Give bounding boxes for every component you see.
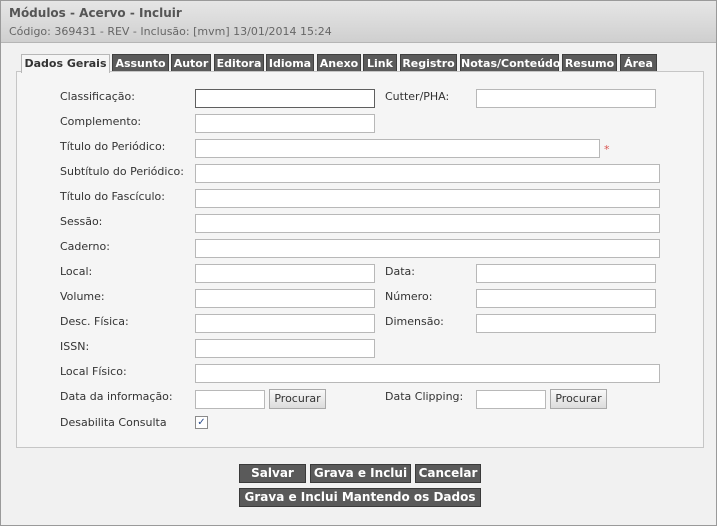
desabilita-consulta-label: Desabilita Consulta	[60, 416, 167, 429]
volume-input[interactable]	[195, 289, 375, 308]
complemento-input[interactable]	[195, 114, 375, 133]
data-input[interactable]	[476, 264, 656, 283]
local-fisico-label: Local Físico:	[60, 365, 127, 378]
grava-inclui-button[interactable]: Grava e Inclui	[310, 464, 411, 483]
local-input[interactable]	[195, 264, 375, 283]
salvar-button[interactable]: Salvar	[239, 464, 306, 483]
local-label: Local:	[60, 265, 93, 278]
issn-input[interactable]	[195, 339, 375, 358]
sessao-input[interactable]	[195, 214, 660, 233]
desc-fisica-input[interactable]	[195, 314, 375, 333]
tab-dados-gerais[interactable]: Dados Gerais	[21, 54, 110, 73]
grava-inclui-mantendo-button[interactable]: Grava e Inclui Mantendo os Dados	[239, 488, 481, 507]
checkmark-icon: ✓	[197, 417, 206, 428]
classificacao-label: Classificação:	[60, 90, 135, 103]
sessao-label: Sessão:	[60, 215, 103, 228]
desabilita-consulta-checkbox[interactable]: ✓	[195, 416, 208, 429]
tab-autor[interactable]: Autor	[171, 54, 211, 72]
required-marker: *	[604, 143, 610, 156]
volume-label: Volume:	[60, 290, 105, 303]
window: Módulos - Acervo - Incluir Código: 36943…	[0, 0, 717, 526]
tab-registro[interactable]: Registro	[400, 54, 457, 72]
dimensao-label: Dimensão:	[385, 315, 444, 328]
tab-idioma[interactable]: Idioma	[266, 54, 314, 72]
data-informacao-label: Data da informação:	[60, 390, 173, 403]
titulo-periodico-input[interactable]	[195, 139, 600, 158]
caderno-label: Caderno:	[60, 240, 110, 253]
tab-link[interactable]: Link	[363, 54, 397, 72]
data-clipping-label: Data Clipping:	[385, 390, 464, 403]
window-header: Módulos - Acervo - Incluir Código: 36943…	[1, 1, 716, 43]
tab-assunto[interactable]: Assunto	[112, 54, 169, 72]
data-informacao-input[interactable]	[195, 390, 265, 409]
desc-fisica-label: Desc. Física:	[60, 315, 129, 328]
titulo-fasciculo-input[interactable]	[195, 189, 660, 208]
page-subtitle: Código: 369431 - REV - Inclusão: [mvm] 1…	[9, 25, 332, 38]
page-title: Módulos - Acervo - Incluir	[9, 6, 182, 20]
subtitulo-periodico-input[interactable]	[195, 164, 660, 183]
tab-editora[interactable]: Editora	[214, 54, 264, 72]
titulo-fasciculo-label: Título do Fascículo:	[60, 190, 165, 203]
issn-label: ISSN:	[60, 340, 90, 353]
caderno-input[interactable]	[195, 239, 660, 258]
tab-notas-conteudo[interactable]: Notas/Conteúdo	[460, 54, 560, 72]
data-informacao-search-button[interactable]: Procurar	[269, 389, 326, 409]
classificacao-input[interactable]	[195, 89, 375, 108]
complemento-label: Complemento:	[60, 115, 142, 128]
cutter-label: Cutter/PHA:	[385, 90, 450, 103]
data-clipping-search-button[interactable]: Procurar	[550, 389, 607, 409]
subtitulo-periodico-label: Subtítulo do Periódico:	[60, 165, 184, 178]
local-fisico-input[interactable]	[195, 364, 660, 383]
cutter-input[interactable]	[476, 89, 656, 108]
numero-input[interactable]	[476, 289, 656, 308]
titulo-periodico-label: Título do Periódico:	[60, 140, 166, 153]
cancelar-button[interactable]: Cancelar	[415, 464, 481, 483]
data-label: Data:	[385, 265, 415, 278]
tab-anexo[interactable]: Anexo	[317, 54, 361, 72]
dimensao-input[interactable]	[476, 314, 656, 333]
data-clipping-input[interactable]	[476, 390, 546, 409]
tab-resumo[interactable]: Resumo	[562, 54, 617, 72]
tab-area[interactable]: Área	[620, 54, 657, 72]
numero-label: Número:	[385, 290, 433, 303]
